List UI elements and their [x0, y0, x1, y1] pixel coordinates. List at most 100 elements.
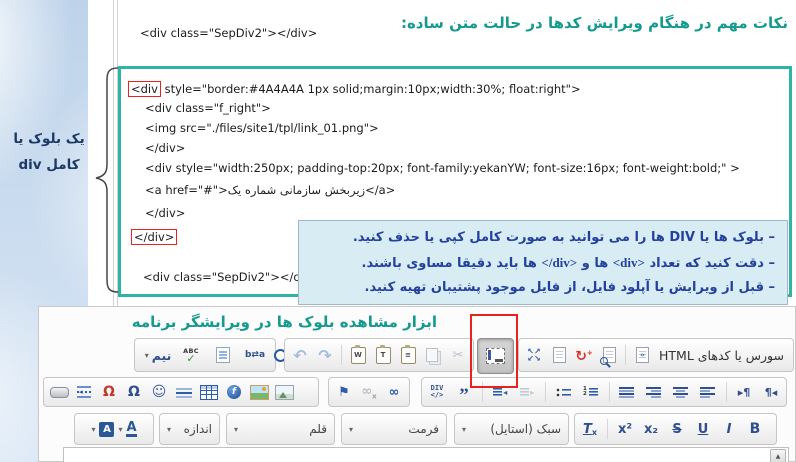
paste-button[interactable]: ≡ — [397, 343, 419, 367]
copy-button[interactable] — [422, 343, 444, 367]
strikethrough-button[interactable]: S — [666, 417, 688, 441]
table-button[interactable] — [198, 380, 220, 404]
code-line: <img src="./files/site1/tpl/link_01.png"… — [145, 121, 379, 135]
paragraph-rtl-icon: ¶◂ — [765, 386, 778, 399]
justify-right-button[interactable] — [643, 380, 665, 404]
document-icon — [553, 347, 566, 363]
anchor-button[interactable]: ⚑ — [333, 380, 355, 404]
horizontal-rule-button[interactable] — [173, 380, 195, 404]
redo-button[interactable]: ↷ — [314, 343, 336, 367]
font-size-dropdown[interactable]: ▾ اندازه — [159, 413, 220, 445]
unlink-icon: ∞x — [361, 384, 376, 401]
paragraph-ltr-icon: ▸¶ — [738, 386, 751, 399]
chevron-down-icon: ▾ — [462, 425, 466, 434]
code-line: </div> — [145, 141, 185, 155]
source-code-icon: ‹› — [636, 347, 649, 363]
font-family-dropdown[interactable]: ▾ قلم — [226, 413, 335, 445]
photo-icon — [250, 385, 269, 400]
paste-from-word-button[interactable]: W — [347, 343, 369, 367]
code-line: <a href="#">زیربخش سازمانی شماره یک</a> — [145, 183, 395, 197]
source-button-label[interactable]: سورس یا کدهای HTML — [656, 348, 787, 363]
link-button[interactable]: ∞ — [383, 380, 405, 404]
flash-icon: f — [227, 385, 241, 399]
indent-icon: ◂ — [493, 387, 507, 397]
image-icon — [275, 385, 294, 400]
anchor-flag-icon: ⚑ — [338, 385, 350, 400]
text-direction-ltr-button[interactable]: ▸¶ — [733, 380, 755, 404]
select-all-button[interactable] — [212, 343, 234, 367]
code-sepdiv-top: <div class="SepDiv2"></div> — [140, 26, 317, 40]
outdent-button[interactable]: ▸ — [516, 380, 538, 404]
remove-format-icon: Tx — [583, 422, 597, 437]
horizontal-rule-icon — [176, 387, 192, 398]
bold-button[interactable]: B — [744, 417, 766, 441]
remove-format-button[interactable]: Tx — [579, 417, 601, 441]
numbered-list-button[interactable]: 12 — [580, 380, 602, 404]
toolbar-group-links: ⚑ ∞x ∞ — [328, 377, 410, 407]
background-color-button[interactable]: A — [99, 422, 114, 437]
scissors-icon: ✂ — [453, 348, 464, 363]
show-blocks-highlight-rect — [470, 314, 518, 388]
justify-left-button[interactable] — [697, 380, 719, 404]
page-break-button[interactable]: ◂ — [73, 380, 95, 404]
style-dropdown[interactable]: ▾ سبک (استایل) — [454, 413, 569, 445]
editor-content-area[interactable]: ▲ — [63, 447, 789, 462]
font-size-label: اندازه — [184, 422, 212, 436]
brace-label-line1: یک بلوک یا — [6, 126, 92, 152]
toolbar-separator — [341, 345, 342, 365]
button-field-button[interactable] — [48, 380, 70, 404]
toolbar-section-title: ابزار مشاهده بلوک ها در ویرایشگر برنامه — [132, 313, 437, 331]
unlink-button[interactable]: ∞x — [358, 380, 380, 404]
text-direction-rtl-button[interactable]: ¶◂ — [760, 380, 782, 404]
smiley-button[interactable]: ☺ — [148, 380, 170, 404]
subscript-button[interactable]: x₂ — [640, 417, 662, 441]
cut-button[interactable]: ✂ — [447, 343, 469, 367]
paste-as-text-button[interactable]: T — [372, 343, 394, 367]
toolbar-separator — [607, 419, 608, 439]
text-color-button[interactable]: A — [126, 421, 136, 437]
paste-word-icon: W — [351, 347, 366, 364]
superscript-button[interactable]: x² — [614, 417, 636, 441]
bulleted-list-button[interactable] — [553, 380, 575, 404]
format-label: فرمت — [408, 422, 439, 436]
image-button[interactable] — [273, 380, 295, 404]
source-button[interactable]: ‹› — [631, 343, 653, 367]
justify-block-icon — [619, 386, 634, 398]
special-char-button[interactable]: Ω — [123, 380, 145, 404]
spellcheck-button[interactable]: ABC✓ — [180, 343, 202, 367]
copy-icon — [426, 348, 438, 362]
underline-button[interactable]: U — [692, 417, 714, 441]
maximize-button[interactable]: ↖↗↙↘ — [523, 343, 545, 367]
toolbar-group-source: ↖↗↙↘ ↻+ ‹› سورس یا کدهای HTML — [518, 338, 794, 372]
image-browse-button[interactable] — [248, 380, 270, 404]
chevron-down-icon[interactable]: ▾ — [118, 425, 122, 434]
justify-block-button[interactable] — [616, 380, 638, 404]
div-close-tag: </div> — [541, 255, 577, 270]
flash-button[interactable]: f — [223, 380, 245, 404]
create-div-button[interactable]: DIV</> — [426, 380, 448, 404]
iframe-button[interactable]: Ω — [98, 380, 120, 404]
brace-label: یک بلوک یا div کامل — [6, 126, 92, 178]
new-page-button[interactable] — [548, 343, 570, 367]
blockquote-icon: ” — [459, 392, 469, 400]
chevron-down-icon[interactable]: ▾ — [91, 425, 95, 434]
chevron-down-icon: ▾ — [234, 425, 238, 434]
refresh-button[interactable]: ↻+ — [573, 343, 595, 367]
italic-button[interactable]: I — [718, 417, 740, 441]
justify-center-icon — [673, 386, 688, 398]
select-all-icon — [216, 347, 230, 363]
justify-center-button[interactable] — [670, 380, 692, 404]
tutorial-page: <div class="SepDiv2"></div> نکات مهم در … — [0, 0, 796, 462]
spellcheck-icon: ABC✓ — [183, 347, 199, 363]
format-dropdown[interactable]: ▾ فرمت — [341, 413, 447, 445]
note-line-3: – قبل از ویرایش یا آپلود فایل، از فایل م… — [311, 276, 775, 301]
toolbar-group-colors: ▾ A ▾ A — [74, 413, 154, 445]
page-title: نکات مهم در هنگام ویرایش کدها در حالت مت… — [401, 14, 788, 32]
undo-button[interactable]: ↶ — [289, 343, 311, 367]
note-line-1: – بلوک ها یا DIV ها را می توانید به صورت… — [311, 226, 775, 251]
scrollbar-up-button[interactable]: ▲ — [770, 449, 786, 462]
replace-button[interactable]: b⇄a — [244, 343, 266, 367]
half-space-button[interactable]: نیم▾ — [139, 343, 177, 367]
preview-button[interactable] — [598, 343, 620, 367]
code-line: </div> — [145, 206, 185, 220]
